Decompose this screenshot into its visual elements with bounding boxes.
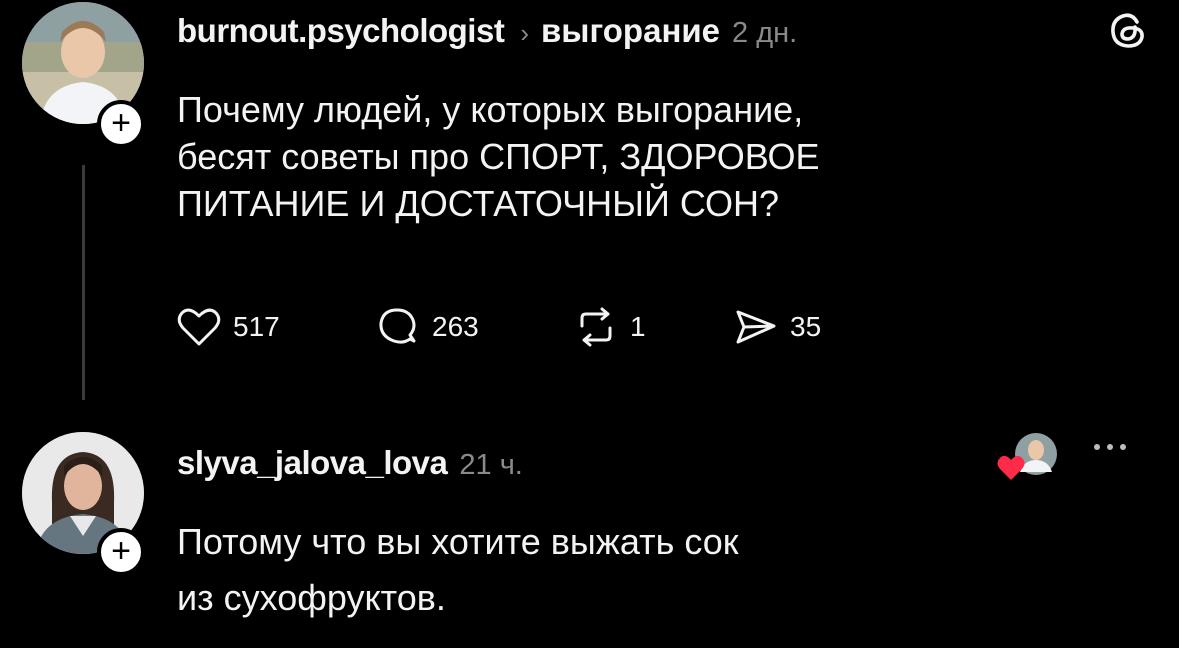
like-button[interactable]: 517 <box>177 306 280 348</box>
plus-icon: + <box>111 104 131 142</box>
share-count: 35 <box>790 311 822 342</box>
reply-text-line: Потому что вы хотите выжать сок <box>177 521 739 562</box>
reply-username[interactable]: slyva_jalova_lova <box>177 444 448 482</box>
post-time: 2 дн. <box>732 17 798 49</box>
reply-time: 21 ч. <box>459 449 523 481</box>
thread-connector-line <box>82 165 85 400</box>
repost-count: 1 <box>630 311 646 342</box>
comment-icon <box>379 308 416 344</box>
more-options-button[interactable] <box>1094 444 1126 450</box>
topic-tag[interactable]: выгорание <box>541 12 720 50</box>
more-icon <box>1094 444 1126 450</box>
post-header: burnout.psychologist › выгорание 2 дн. <box>177 12 797 50</box>
reply-count: 263 <box>432 311 479 342</box>
heart-filled-icon <box>997 455 1025 480</box>
reply-button[interactable]: 263 <box>376 306 479 348</box>
repost-button[interactable]: 1 <box>574 306 646 348</box>
send-icon <box>736 310 776 344</box>
reply-text: Потому что вы хотите выжать сок из сухоф… <box>177 514 739 626</box>
post-text: Почему людей, у которых выгорание, бесят… <box>177 86 820 227</box>
follow-author-button[interactable]: + <box>97 100 145 148</box>
chevron-right-icon: › <box>520 18 529 48</box>
like-count: 517 <box>233 311 280 342</box>
share-button[interactable]: 35 <box>734 306 821 348</box>
heart-icon <box>177 308 221 346</box>
liked-by-author-indicator <box>996 432 1058 484</box>
post-text-line: бесят советы про СПОРТ, ЗДОРОВОЕ <box>177 136 820 177</box>
follow-reply-author-button[interactable]: + <box>97 528 145 576</box>
reply-text-line: из сухофруктов. <box>177 577 446 618</box>
repost-icon <box>580 307 612 347</box>
post-text-line: ПИТАНИЕ И ДОСТАТОЧНЫЙ СОН? <box>177 183 780 224</box>
threads-logo-icon[interactable] <box>1106 8 1150 52</box>
reply-header: slyva_jalova_lova 21 ч. <box>177 444 523 482</box>
author-username[interactable]: burnout.psychologist <box>177 12 505 50</box>
plus-icon: + <box>111 532 131 570</box>
post-text-line: Почему людей, у которых выгорание, <box>177 89 804 130</box>
